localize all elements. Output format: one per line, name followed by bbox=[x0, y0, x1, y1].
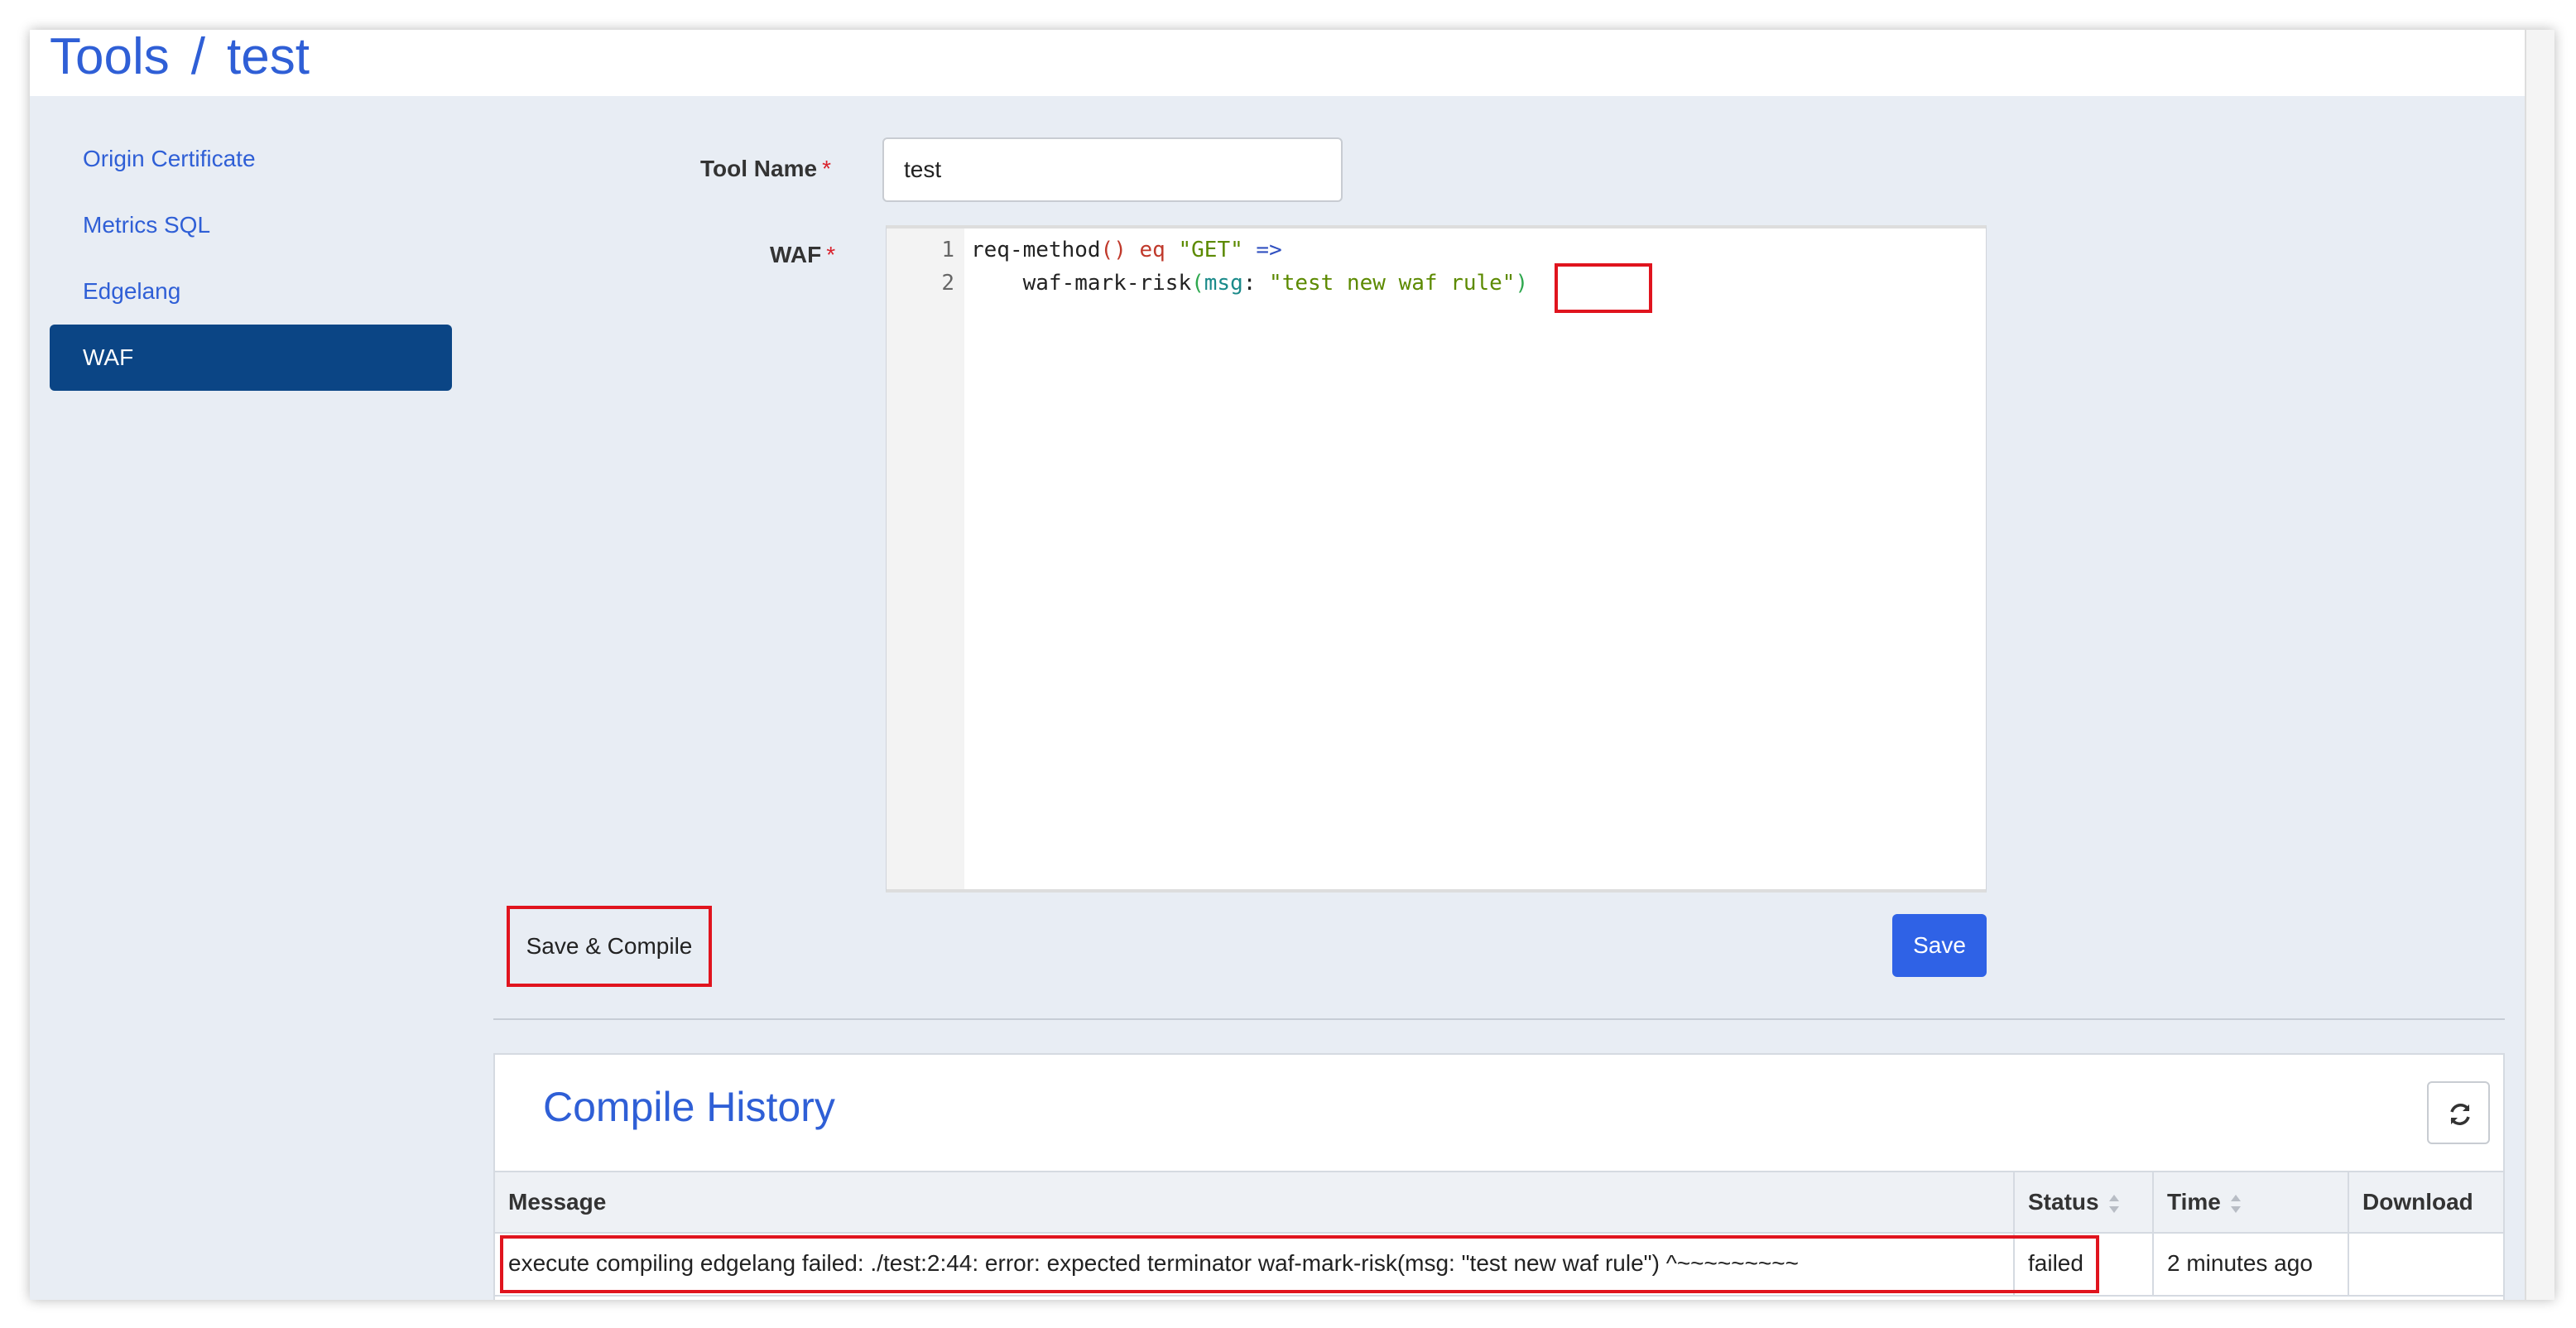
line-number: 1 bbox=[941, 238, 954, 262]
refresh-button[interactable] bbox=[2427, 1081, 2490, 1144]
column-header-message: Message bbox=[508, 1189, 607, 1215]
sidebar-item-edgelang[interactable]: Edgelang bbox=[50, 258, 452, 325]
section-divider bbox=[493, 1018, 2505, 1020]
breadcrumb-separator: / bbox=[190, 30, 205, 85]
refresh-icon bbox=[2450, 1104, 2470, 1125]
save-button[interactable]: Save bbox=[1892, 914, 1987, 977]
vertical-scrollbar[interactable] bbox=[2525, 30, 2554, 1300]
breadcrumb: Tools / test bbox=[50, 30, 310, 94]
breadcrumb-current: test bbox=[226, 30, 310, 85]
required-mark: * bbox=[822, 156, 831, 181]
waf-code-editor[interactable]: 1 req-method() eq "GET" => 2 waf-mark-ri… bbox=[886, 225, 1987, 893]
sidebar-nav: Origin Certificate Metrics SQL Edgelang … bbox=[50, 126, 452, 391]
sidebar-item-origin-certificate[interactable]: Origin Certificate bbox=[50, 126, 452, 192]
waf-label: WAF * bbox=[770, 242, 836, 267]
app-window: Tools / test Origin Certificate Metrics SQ… bbox=[30, 30, 2554, 1300]
column-header-download: Download bbox=[2348, 1172, 2503, 1232]
code-line[interactable]: waf-mark-risk(msg: "test new waf rule") bbox=[971, 267, 1529, 300]
required-mark: * bbox=[826, 242, 836, 267]
compile-history-panel: Compile History Message Status Time Down… bbox=[493, 1053, 2505, 1300]
code-line[interactable]: req-method() eq "GET" => bbox=[971, 233, 1282, 267]
tool-name-input[interactable] bbox=[882, 137, 1343, 202]
compile-history-title: Compile History bbox=[543, 1084, 835, 1130]
line-number: 2 bbox=[941, 271, 954, 296]
cell-message: execute compiling edgelang failed: ./tes… bbox=[508, 1250, 1799, 1276]
cell-status: failed bbox=[2013, 1234, 2152, 1295]
table-header-row: Message Status Time Download bbox=[495, 1171, 2503, 1234]
sidebar-item-waf[interactable]: WAF bbox=[50, 325, 452, 391]
breadcrumb-section[interactable]: Tools bbox=[50, 30, 170, 85]
save-compile-button[interactable]: Save & Compile bbox=[508, 907, 710, 985]
cell-download[interactable] bbox=[2348, 1234, 2503, 1295]
table-row: execute compiling edgelang failed: ./tes… bbox=[495, 1234, 2503, 1297]
sidebar-item-metrics-sql[interactable]: Metrics SQL bbox=[50, 192, 452, 258]
cell-time: 2 minutes ago bbox=[2152, 1234, 2348, 1295]
tool-name-label: Tool Name * bbox=[700, 156, 831, 181]
sort-icon bbox=[2108, 1194, 2119, 1213]
editor-gutter bbox=[887, 229, 964, 889]
page-header: Tools / test bbox=[30, 30, 2525, 96]
column-header-time[interactable]: Time bbox=[2152, 1172, 2348, 1232]
sort-icon bbox=[2230, 1194, 2241, 1213]
column-header-status[interactable]: Status bbox=[2013, 1172, 2152, 1232]
